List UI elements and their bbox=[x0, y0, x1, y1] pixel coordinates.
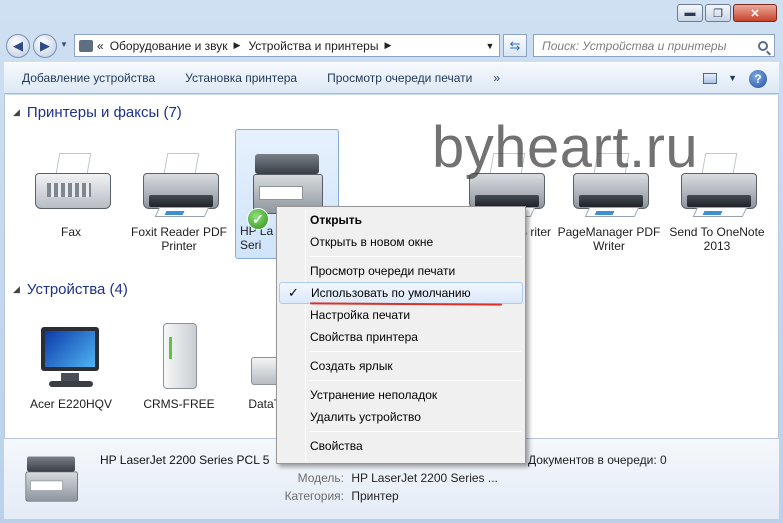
printer-icon bbox=[565, 145, 653, 225]
chevron-right-icon[interactable]: ▶ bbox=[384, 40, 391, 51]
default-printer-check-icon: ✓ bbox=[247, 208, 269, 230]
back-button[interactable]: ◀ bbox=[6, 34, 30, 58]
device-datatraveler[interactable]: DataT bbox=[221, 317, 281, 411]
menu-separator bbox=[309, 351, 521, 352]
check-icon: ✓ bbox=[288, 285, 299, 300]
refresh-icon: ⇆ bbox=[509, 37, 521, 53]
refresh-button[interactable]: ⇆ bbox=[503, 34, 527, 57]
address-overflow[interactable]: « bbox=[97, 39, 104, 53]
details-model-row: Модель: HP LaserJet 2200 Series ... bbox=[280, 471, 498, 485]
chevron-right-icon[interactable]: ▶ bbox=[234, 40, 241, 51]
control-panel-icon bbox=[79, 39, 93, 52]
view-options-icon[interactable] bbox=[703, 73, 717, 84]
menu-item-label: Использовать по умолчанию bbox=[311, 286, 471, 300]
devices-group-title: Устройства (4) bbox=[26, 281, 128, 298]
queue-value: 0 bbox=[660, 453, 667, 467]
details-queue-row: Документов в очереди: 0 bbox=[528, 453, 667, 467]
menu-item-printing-preferences[interactable]: Настройка печати bbox=[279, 304, 523, 326]
fax-icon bbox=[27, 145, 115, 225]
device-label: Foxit Reader PDF Printer bbox=[130, 225, 228, 253]
see-print-queue-button[interactable]: Просмотр очереди печати bbox=[312, 71, 487, 85]
search-box[interactable] bbox=[533, 34, 775, 57]
explorer-window: ▬ ❐ ✕ ◀ ▶ ▼ « Оборудование и звук ▶ Устр… bbox=[0, 0, 783, 523]
minimize-button[interactable]: ▬ bbox=[677, 4, 703, 22]
device-crms-free[interactable]: CRMS-FREE bbox=[127, 317, 231, 411]
menu-separator bbox=[309, 256, 521, 257]
details-category-row: Категория: Принтер bbox=[280, 489, 399, 503]
model-label: Модель: bbox=[297, 471, 344, 485]
category-label: Категория: bbox=[284, 489, 344, 503]
printer-icon bbox=[135, 145, 223, 225]
queue-label: Документов в очереди: bbox=[528, 453, 657, 467]
maximize-button[interactable]: ❐ bbox=[705, 4, 731, 22]
device-send-to-onenote-2013[interactable]: Send To OneNote 2013 bbox=[665, 145, 769, 253]
search-input[interactable] bbox=[542, 38, 742, 53]
menu-separator bbox=[309, 380, 521, 381]
window-controls: ▬ ❐ ✕ bbox=[677, 4, 777, 22]
device-fax[interactable]: Fax bbox=[19, 145, 123, 239]
search-icon[interactable] bbox=[758, 40, 768, 51]
menu-item-open[interactable]: Открыть bbox=[279, 209, 523, 231]
add-device-button[interactable]: Добавление устройства bbox=[4, 71, 170, 85]
device-label: Send To OneNote 2013 bbox=[669, 225, 765, 253]
help-icon[interactable]: ? bbox=[749, 70, 767, 88]
computer-tower-icon bbox=[143, 317, 215, 397]
collapse-triangle-icon[interactable]: ◢ bbox=[13, 284, 20, 295]
device-acer-e220hqv[interactable]: Acer E220HQV bbox=[19, 317, 123, 411]
device-label: PageManager PDF Writer bbox=[557, 225, 661, 253]
address-row: ◀ ▶ ▼ « Оборудование и звук ▶ Устройства… bbox=[0, 30, 783, 60]
menu-item-troubleshoot[interactable]: Устранение неполадок bbox=[279, 384, 523, 406]
menu-item-properties[interactable]: Свойства bbox=[279, 435, 523, 457]
model-value: HP LaserJet 2200 Series ... bbox=[351, 471, 498, 485]
breadcrumb-hardware-and-sound[interactable]: Оборудование и звук bbox=[110, 39, 228, 53]
device-pagemanager-pdf-writer[interactable]: PageManager PDF Writer bbox=[557, 145, 661, 253]
printers-group-title: Принтеры и факсы (7) bbox=[26, 104, 182, 121]
command-bar: Добавление устройства Установка принтера… bbox=[4, 62, 779, 94]
breadcrumb-devices-and-printers[interactable]: Устройства и принтеры bbox=[248, 39, 378, 53]
device-label: Acer E220HQV bbox=[29, 397, 113, 411]
close-button[interactable]: ✕ bbox=[733, 4, 777, 22]
menu-item-printer-properties[interactable]: Свойства принтера bbox=[279, 326, 523, 348]
monitor-icon bbox=[35, 317, 107, 397]
printers-group-header[interactable]: ◢ Принтеры и факсы (7) bbox=[13, 104, 182, 121]
device-label: DataT bbox=[248, 397, 281, 411]
menu-separator bbox=[309, 431, 521, 432]
address-dropdown-icon[interactable]: ▼ bbox=[481, 41, 499, 51]
arrow-right-icon: ▶ bbox=[40, 38, 50, 53]
add-printer-button[interactable]: Установка принтера bbox=[170, 71, 312, 85]
devices-group-header[interactable]: ◢ Устройства (4) bbox=[13, 281, 128, 298]
arrow-left-icon: ◀ bbox=[13, 38, 23, 53]
menu-item-set-as-default[interactable]: ✓ Использовать по умолчанию bbox=[279, 282, 523, 306]
menu-item-open-new-window[interactable]: Открыть в новом окне bbox=[279, 231, 523, 253]
device-label: Fax bbox=[60, 225, 81, 239]
menu-item-create-shortcut[interactable]: Создать ярлык bbox=[279, 355, 523, 377]
details-title: HP LaserJet 2200 Series PCL 5 bbox=[100, 453, 270, 467]
address-bar[interactable]: « Оборудование и звук ▶ Устройства и при… bbox=[74, 34, 500, 57]
device-label: CRMS-FREE bbox=[143, 397, 215, 411]
printer-icon bbox=[673, 145, 761, 225]
selected-printer-icon bbox=[18, 449, 88, 509]
view-dropdown-icon[interactable]: ▼ bbox=[728, 73, 737, 83]
usb-drive-icon bbox=[221, 317, 281, 397]
device-foxit-reader-pdf-printer[interactable]: Foxit Reader PDF Printer bbox=[127, 145, 231, 253]
menu-item-remove-device[interactable]: Удалить устройство bbox=[279, 406, 523, 428]
recent-pages-dropdown[interactable]: ▼ bbox=[60, 40, 68, 49]
forward-button[interactable]: ▶ bbox=[33, 34, 57, 58]
menu-item-see-print-queue[interactable]: Просмотр очереди печати bbox=[279, 260, 523, 282]
title-bar: ▬ ❐ ✕ bbox=[0, 0, 783, 30]
more-commands-button[interactable]: » bbox=[487, 71, 506, 85]
collapse-triangle-icon[interactable]: ◢ bbox=[13, 107, 20, 118]
category-value: Принтер bbox=[351, 489, 399, 503]
context-menu: Открыть Открыть в новом окне Просмотр оч… bbox=[276, 206, 526, 464]
